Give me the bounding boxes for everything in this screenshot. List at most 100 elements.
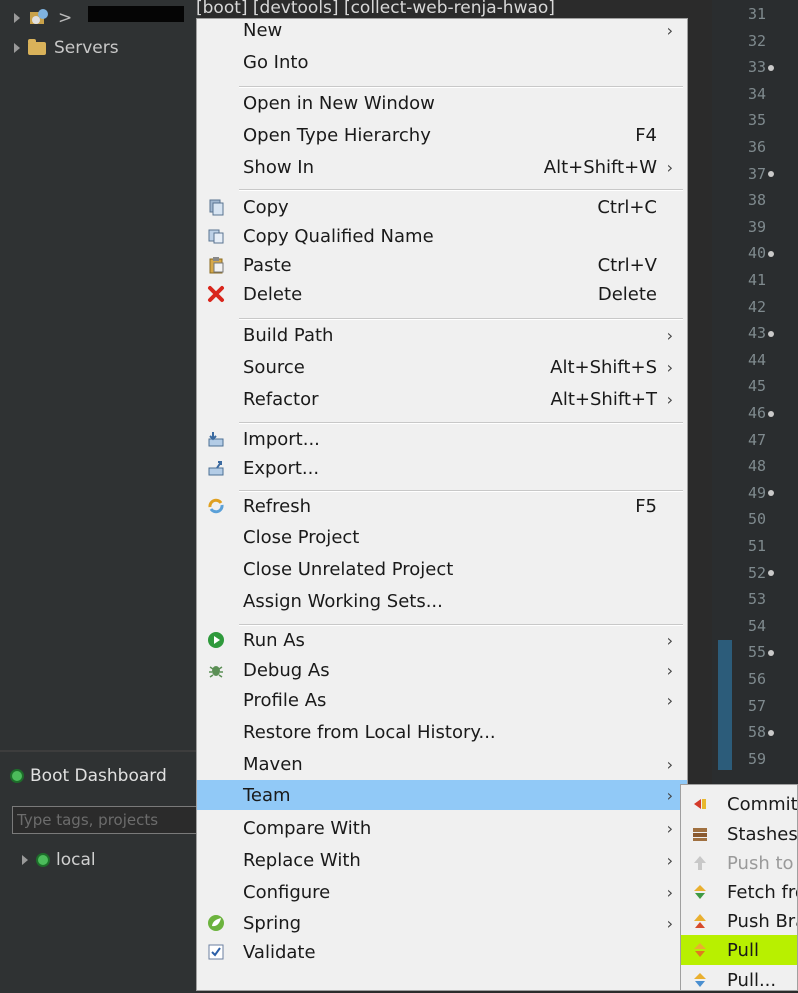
submenu-arrow-icon: › <box>666 882 673 902</box>
team-item-push-branch[interactable]: Push Branch... <box>681 906 797 936</box>
menu-item-label: Validate <box>243 941 316 963</box>
menu-item-close-project[interactable]: Close Project <box>197 522 687 552</box>
menu-item-delete[interactable]: Delete Delete <box>197 279 687 309</box>
team-item-label: Pull <box>727 939 759 961</box>
submenu-arrow-icon: › <box>666 913 673 933</box>
boot-dashboard-search-input[interactable] <box>12 806 202 834</box>
menu-item-build-path[interactable]: Build Path › <box>197 320 687 350</box>
expand-triangle-icon[interactable] <box>22 855 28 865</box>
run-icon <box>207 631 225 649</box>
overview-ruler-marker <box>718 640 732 770</box>
copy-icon <box>207 198 225 216</box>
menu-item-import[interactable]: Import... <box>197 424 687 454</box>
menu-item-validate[interactable]: Validate <box>197 937 687 967</box>
line-number: 35 <box>748 111 767 130</box>
boot-dashboard-title[interactable]: Boot Dashboard <box>10 766 167 786</box>
team-item-pull[interactable]: Pull... <box>681 965 797 991</box>
menu-item-compare-with[interactable]: Compare With › <box>197 813 687 843</box>
team-item-fetch-from-upstream[interactable]: Fetch from Upstream <box>681 877 797 907</box>
expand-triangle-icon[interactable] <box>14 43 20 53</box>
menu-item-replace-with[interactable]: Replace With › <box>197 845 687 875</box>
menu-item-export[interactable]: Export... <box>197 453 687 483</box>
breakpoint-marker-icon <box>768 171 775 178</box>
line-number: 34 <box>748 84 767 103</box>
menu-item-assign-working-sets[interactable]: Assign Working Sets... <box>197 586 687 616</box>
tree-row-servers[interactable]: Servers <box>0 34 119 62</box>
breakpoint-marker-icon <box>768 570 775 577</box>
team-item-commit[interactable]: Commit... <box>681 789 797 819</box>
menu-item-label: Refresh <box>243 495 311 517</box>
team-item-push-to-upstream[interactable]: Push to Upstream <box>681 848 797 878</box>
menu-item-label: Import... <box>243 428 320 450</box>
line-number: 53 <box>748 590 767 609</box>
menu-item-label: Show In <box>243 156 315 178</box>
menu-item-label: Replace With <box>243 849 361 871</box>
menu-item-label: Export... <box>243 457 320 479</box>
push-branch-icon <box>691 912 709 930</box>
expand-triangle-icon[interactable] <box>14 13 20 23</box>
menu-item-label: Configure <box>243 881 331 903</box>
commit-icon <box>691 795 709 813</box>
import-icon <box>207 430 225 448</box>
menu-item-source[interactable]: Source Alt+Shift+S › <box>197 352 687 382</box>
menu-item-label: Source <box>243 356 305 378</box>
menu-item-debug-as[interactable]: Debug As › <box>197 655 687 685</box>
menu-item-show-in[interactable]: Show In Alt+Shift+W › <box>197 152 687 182</box>
menu-item-spring[interactable]: Spring › <box>197 908 687 938</box>
menu-item-close-unrelated-project[interactable]: Close Unrelated Project <box>197 554 687 584</box>
team-item-pull[interactable]: Pull <box>681 935 797 965</box>
menu-item-maven[interactable]: Maven › <box>197 749 687 779</box>
folder-icon <box>28 38 46 55</box>
menu-item-shortcut: Alt+Shift+W <box>543 156 657 178</box>
menu-item-copy-qualified-name[interactable]: Copy Qualified Name <box>197 221 687 251</box>
breakpoint-marker-icon <box>768 330 775 337</box>
menu-item-refactor[interactable]: Refactor Alt+Shift+T › <box>197 384 687 414</box>
menu-item-refresh[interactable]: Refresh F5 <box>197 491 687 521</box>
menu-item-label: Copy Qualified Name <box>243 225 434 247</box>
menu-item-open-type-hierarchy[interactable]: Open Type Hierarchy F4 <box>197 120 687 150</box>
refresh-icon <box>207 497 225 515</box>
menu-item-label: Copy <box>243 196 289 218</box>
line-number: 47 <box>748 430 767 449</box>
submenu-arrow-icon: › <box>666 850 673 870</box>
menu-item-team[interactable]: Team › <box>197 780 687 810</box>
line-number: 49 <box>748 484 775 502</box>
debug-icon <box>207 661 225 679</box>
breakpoint-marker-icon <box>768 64 775 71</box>
submenu-arrow-icon: › <box>666 157 673 177</box>
menu-item-restore-from-local-history[interactable]: Restore from Local History... <box>197 717 687 747</box>
line-number: 58 <box>748 723 775 741</box>
menu-item-configure[interactable]: Configure › <box>197 877 687 907</box>
menu-item-copy[interactable]: Copy Ctrl+C <box>197 192 687 222</box>
team-item-label: Push to Upstream <box>727 852 797 874</box>
menu-item-run-as[interactable]: Run As › <box>197 625 687 655</box>
tree-row-project[interactable]: > <box>0 4 72 32</box>
pull-dialog-icon <box>691 971 709 989</box>
submenu-arrow-icon: › <box>666 818 673 838</box>
team-item-stashes[interactable]: Stashes <box>681 819 797 849</box>
breakpoint-marker-icon <box>768 410 775 417</box>
team-item-label: Pull... <box>727 969 777 991</box>
menu-item-label: Maven <box>243 753 303 775</box>
team-submenu: Commit... Stashes Push to Upstream Fetch fr… <box>680 784 798 991</box>
redacted-project-name <box>88 6 184 22</box>
menu-item-go-into[interactable]: Go Into <box>197 47 687 77</box>
line-number: 37 <box>748 165 775 183</box>
menu-item-open-in-new-window[interactable]: Open in New Window <box>197 88 687 118</box>
menu-item-shortcut: Delete <box>597 283 657 305</box>
menu-item-new[interactable]: New › <box>197 15 687 45</box>
submenu-arrow-icon: › <box>666 690 673 710</box>
menu-item-label: Open in New Window <box>243 92 435 114</box>
project-explorer: > Servers <box>0 0 200 750</box>
stashes-icon <box>691 825 709 843</box>
local-status-icon <box>36 853 50 867</box>
menu-item-label: Assign Working Sets... <box>243 590 443 612</box>
copy-qualified-icon <box>207 227 225 245</box>
menu-item-paste[interactable]: Paste Ctrl+V <box>197 250 687 280</box>
menu-item-label: Debug As <box>243 659 330 681</box>
submenu-arrow-icon: › <box>666 630 673 650</box>
menu-item-profile-as[interactable]: Profile As › <box>197 685 687 715</box>
menu-item-label: New <box>243 19 283 41</box>
push-icon <box>691 854 709 872</box>
tree-row-local[interactable]: local <box>14 850 96 870</box>
